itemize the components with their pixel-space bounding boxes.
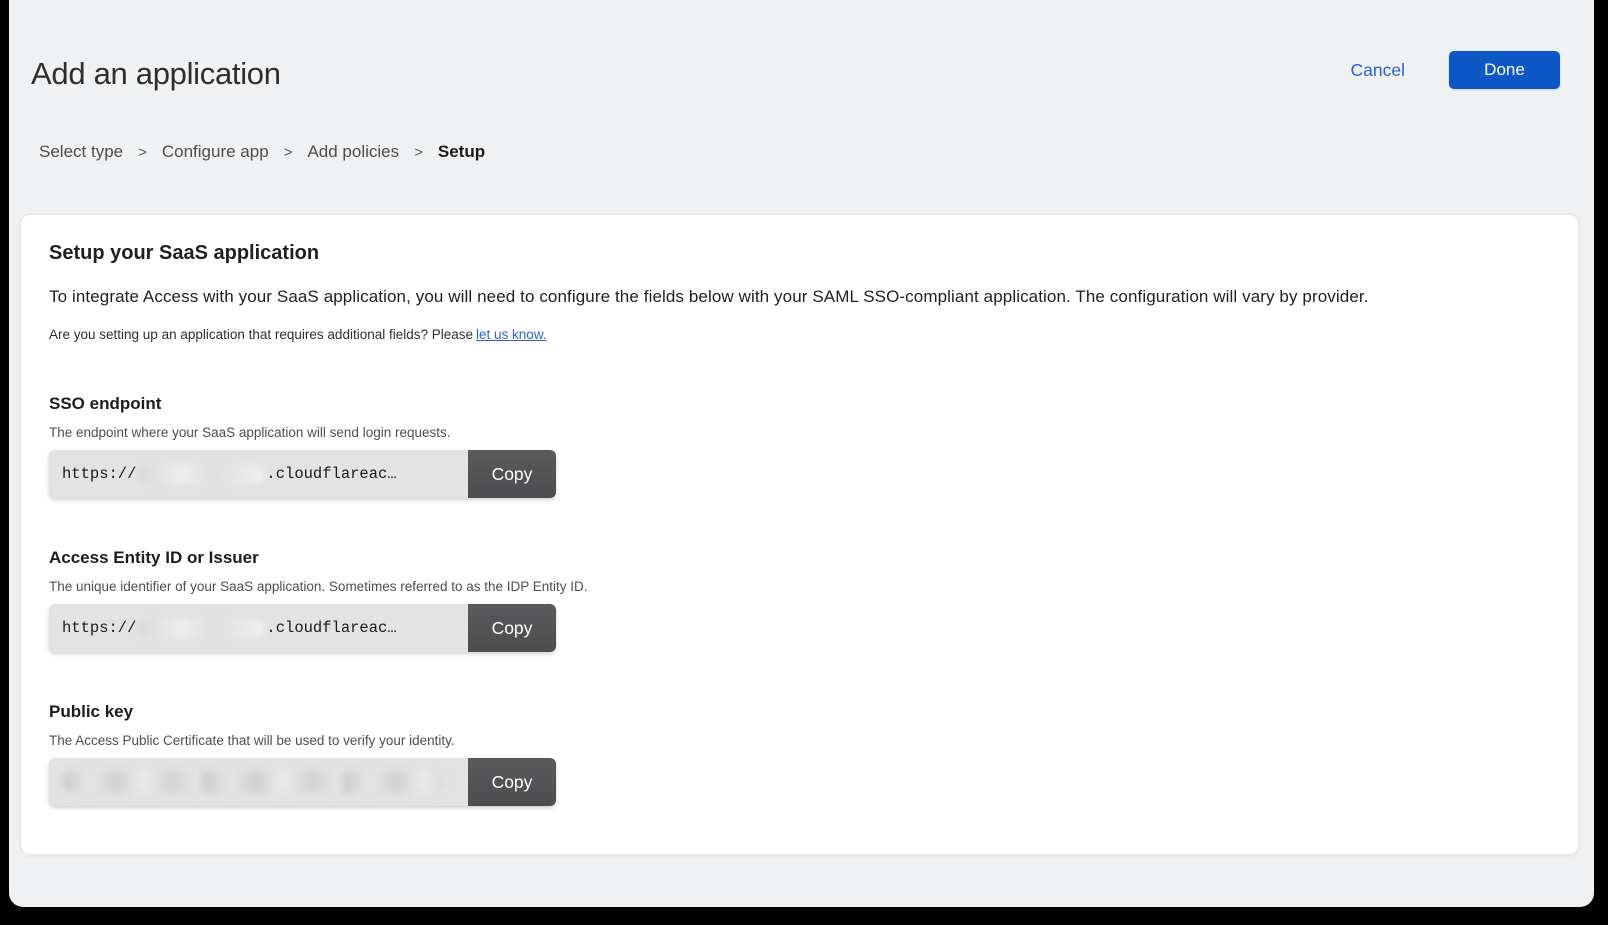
breadcrumb-step-configure-app[interactable]: Configure app: [162, 142, 269, 162]
card-heading: Setup your SaaS application: [49, 242, 1550, 265]
header-actions: Cancel Done: [1351, 51, 1560, 89]
section-public-key: Public key The Access Public Certificate…: [49, 702, 1550, 806]
setup-card: Setup your SaaS application To integrate…: [20, 214, 1579, 855]
value-suffix: .cloudflareac…: [266, 465, 396, 483]
public-key-value-row: Copy: [49, 758, 556, 806]
field-title: Public key: [49, 702, 1550, 722]
breadcrumb: Select type > Configure app > Add polici…: [9, 142, 1594, 162]
breadcrumb-separator-icon: >: [284, 144, 293, 161]
field-description: The unique identifier of your SaaS appli…: [49, 579, 1550, 594]
breadcrumb-step-setup: Setup: [438, 142, 485, 162]
redacted-value: [137, 618, 265, 639]
cancel-button[interactable]: Cancel: [1351, 60, 1405, 81]
value-prefix: https://: [62, 619, 136, 637]
field-description: The endpoint where your SaaS application…: [49, 425, 1550, 440]
help-prompt-text: Are you setting up an application that r…: [49, 327, 473, 342]
field-title: SSO endpoint: [49, 394, 1550, 414]
app-window: Add an application Cancel Done Select ty…: [9, 0, 1594, 907]
section-sso-endpoint: SSO endpoint The endpoint where your Saa…: [49, 394, 1550, 498]
public-key-value: [49, 758, 468, 806]
page-header: Add an application Cancel Done: [9, 0, 1594, 92]
breadcrumb-separator-icon: >: [414, 144, 423, 161]
access-entity-id-value: https:// .cloudflareac…: [49, 604, 468, 652]
access-entity-id-copy-button[interactable]: Copy: [468, 604, 556, 652]
let-us-know-link[interactable]: let us know.: [476, 327, 547, 342]
breadcrumb-step-select-type[interactable]: Select type: [39, 142, 123, 162]
field-description: The Access Public Certificate that will …: [49, 733, 1550, 748]
redacted-value: [62, 771, 445, 793]
page-title: Add an application: [31, 56, 281, 92]
screenshot-frame: Add an application Cancel Done Select ty…: [0, 0, 1608, 925]
public-key-copy-button[interactable]: Copy: [468, 758, 556, 806]
redacted-value: [137, 464, 265, 485]
help-line: Are you setting up an application that r…: [49, 327, 1550, 342]
sso-endpoint-copy-button[interactable]: Copy: [468, 450, 556, 498]
sso-endpoint-value-row: https:// .cloudflareac… Copy: [49, 450, 556, 498]
sso-endpoint-value: https:// .cloudflareac…: [49, 450, 468, 498]
value-suffix: .cloudflareac…: [266, 619, 396, 637]
section-access-entity-id: Access Entity ID or Issuer The unique id…: [49, 548, 1550, 652]
access-entity-id-value-row: https:// .cloudflareac… Copy: [49, 604, 556, 652]
card-intro-text: To integrate Access with your SaaS appli…: [49, 287, 1550, 307]
done-button[interactable]: Done: [1449, 51, 1560, 89]
value-prefix: https://: [62, 465, 136, 483]
breadcrumb-separator-icon: >: [138, 144, 147, 161]
field-title: Access Entity ID or Issuer: [49, 548, 1550, 568]
breadcrumb-step-add-policies[interactable]: Add policies: [307, 142, 399, 162]
